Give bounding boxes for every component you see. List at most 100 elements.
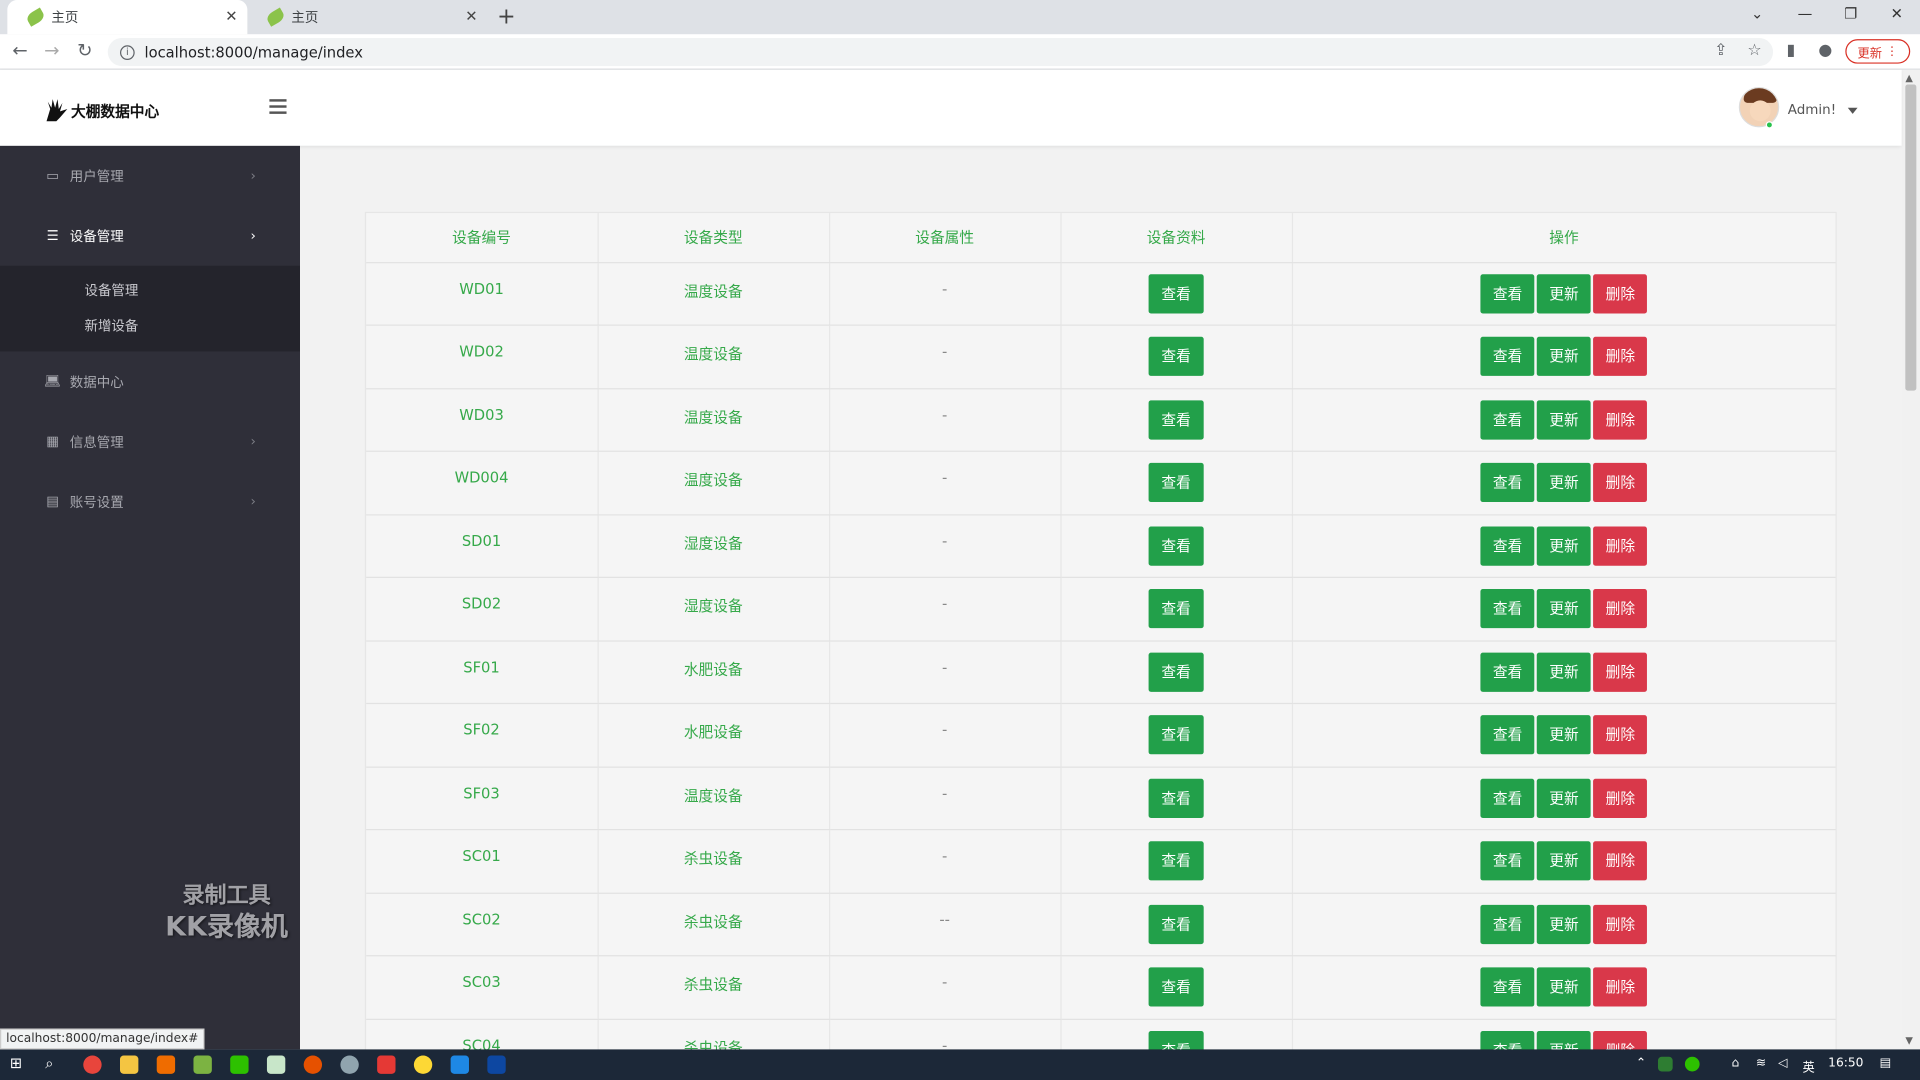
view-button[interactable]: 查看 — [1480, 904, 1535, 944]
tray-chevron-up-icon[interactable]: ⌃ — [1636, 1057, 1646, 1070]
update-button[interactable]: 更新 — [1537, 967, 1591, 1007]
view-docs-button[interactable]: 查看 — [1149, 273, 1204, 314]
view-button[interactable]: 查看 — [1480, 652, 1535, 692]
menu-toggle-icon[interactable] — [269, 99, 287, 114]
view-button[interactable]: 查看 — [1480, 273, 1535, 314]
view-button[interactable]: 查看 — [1480, 589, 1535, 629]
delete-button[interactable]: 删除 — [1593, 652, 1648, 692]
user-dropdown-caret-icon[interactable] — [1847, 107, 1858, 114]
update-button[interactable]: 更新 — [1537, 841, 1591, 881]
delete-button[interactable]: 删除 — [1593, 778, 1648, 818]
delete-button[interactable]: 删除 — [1593, 463, 1648, 503]
view-docs-button[interactable]: 查看 — [1149, 652, 1204, 692]
update-button[interactable]: 更新 — [1537, 904, 1591, 944]
address-bar[interactable]: i localhost:8000/manage/index — [107, 37, 1774, 67]
view-button[interactable]: 查看 — [1480, 337, 1535, 377]
view-docs-button[interactable]: 查看 — [1149, 904, 1204, 944]
tray-network-icon[interactable]: ⌂ — [1731, 1057, 1739, 1070]
photoshop-icon[interactable] — [487, 1055, 506, 1074]
view-button[interactable]: 查看 — [1480, 778, 1535, 818]
close-tab-icon[interactable]: ✕ — [465, 7, 477, 24]
app-leaf-icon[interactable] — [193, 1055, 212, 1074]
logo[interactable]: 大棚数据中心 — [44, 97, 159, 124]
tray-ime[interactable]: 英 — [1802, 1057, 1814, 1075]
back-icon[interactable]: ← — [12, 39, 27, 61]
chrome-app-icon[interactable] — [83, 1055, 102, 1074]
wechat-icon[interactable] — [230, 1055, 249, 1074]
close-tab-icon[interactable]: ✕ — [225, 7, 237, 24]
close-window-icon[interactable]: ✕ — [1891, 5, 1903, 22]
forward-icon[interactable]: → — [44, 39, 59, 61]
share-icon[interactable]: ⇪ — [1714, 42, 1727, 60]
view-docs-button[interactable]: 查看 — [1149, 400, 1204, 440]
search-icon[interactable]: ⌕ — [45, 1054, 53, 1072]
view-button[interactable]: 查看 — [1480, 526, 1535, 566]
site-info-icon[interactable]: i — [120, 44, 135, 60]
browser-tab[interactable]: 主页 ✕ — [247, 0, 487, 34]
delete-button[interactable]: 删除 — [1593, 526, 1648, 566]
sidebar-subitem-add-device[interactable]: 新增设备 — [0, 309, 300, 345]
view-docs-button[interactable]: 查看 — [1149, 526, 1204, 566]
update-button[interactable]: 更新 — [1537, 715, 1591, 755]
view-docs-button[interactable]: 查看 — [1149, 715, 1204, 755]
sidebar-item-device-management[interactable]: ☰ 设备管理 › — [0, 206, 300, 266]
restore-icon[interactable]: ❐ — [1844, 5, 1857, 22]
sidebar-item-info-management[interactable]: ▦ 信息管理 › — [0, 411, 300, 471]
scrollbar-thumb[interactable] — [1905, 84, 1917, 391]
update-button[interactable]: 更新 — [1537, 589, 1591, 629]
update-button[interactable]: 更新 — [1537, 526, 1591, 566]
tray-app-icon[interactable] — [1657, 1056, 1673, 1072]
view-button[interactable]: 查看 — [1480, 463, 1535, 503]
windows-start-icon[interactable]: ⊞ — [10, 1054, 22, 1071]
tray-wechat-icon[interactable] — [1684, 1056, 1700, 1072]
new-tab-icon[interactable]: + — [497, 4, 515, 30]
delete-button[interactable]: 删除 — [1593, 589, 1648, 629]
update-button[interactable]: 更新 — [1537, 400, 1591, 440]
tray-clock[interactable]: 16:50 — [1828, 1057, 1863, 1070]
minimize-icon[interactable]: — — [1798, 5, 1813, 22]
scroll-up-icon[interactable]: ▲ — [1905, 72, 1913, 83]
view-docs-button[interactable]: 查看 — [1149, 778, 1204, 818]
sidebar-item-user-management[interactable]: ▭ 用户管理 › — [0, 146, 300, 206]
delete-button[interactable]: 删除 — [1593, 715, 1648, 755]
side-panel-icon[interactable]: ▮ — [1787, 42, 1796, 60]
profile-icon[interactable]: ● — [1818, 42, 1832, 60]
sidebar-subitem-device-management[interactable]: 设备管理 — [0, 273, 300, 309]
app-window-icon[interactable] — [450, 1055, 469, 1074]
view-docs-button[interactable]: 查看 — [1149, 967, 1204, 1007]
view-button[interactable]: 查看 — [1480, 841, 1535, 881]
bookmark-star-icon[interactable]: ☆ — [1747, 42, 1761, 60]
update-button[interactable]: 更新 — [1537, 778, 1591, 818]
delete-button[interactable]: 删除 — [1593, 904, 1648, 944]
update-button[interactable]: 更新 — [1537, 273, 1591, 314]
view-button[interactable]: 查看 — [1480, 400, 1535, 440]
notepad-icon[interactable] — [266, 1055, 286, 1074]
browser-tab-active[interactable]: 主页 ✕ — [7, 0, 248, 35]
wps-icon[interactable] — [377, 1055, 396, 1074]
notification-icon[interactable]: ▤ — [1880, 1057, 1892, 1070]
recorder-app-icon[interactable] — [303, 1055, 323, 1074]
sidebar-item-account-settings[interactable]: ▤ 账号设置 › — [0, 471, 300, 531]
settings-gear-icon[interactable] — [340, 1055, 359, 1074]
tab-search-chevron-icon[interactable]: ⌄ — [1751, 5, 1763, 22]
update-button[interactable]: 更新 — [1537, 652, 1591, 692]
reload-icon[interactable]: ↻ — [77, 39, 92, 61]
view-docs-button[interactable]: 查看 — [1149, 337, 1204, 377]
update-button[interactable]: 更新 — [1537, 463, 1591, 503]
file-explorer-icon[interactable] — [120, 1055, 139, 1074]
search-tool-icon[interactable] — [156, 1055, 176, 1074]
delete-button[interactable]: 删除 — [1593, 400, 1648, 440]
view-docs-button[interactable]: 查看 — [1149, 841, 1204, 881]
avatar[interactable] — [1738, 86, 1780, 128]
delete-button[interactable]: 删除 — [1593, 841, 1648, 881]
update-button[interactable]: 更新 — [1537, 337, 1591, 377]
view-button[interactable]: 查看 — [1480, 967, 1535, 1007]
view-docs-button[interactable]: 查看 — [1149, 463, 1204, 503]
view-button[interactable]: 查看 — [1480, 715, 1535, 755]
delete-button[interactable]: 删除 — [1593, 967, 1648, 1007]
delete-button[interactable]: 删除 — [1593, 337, 1648, 377]
page-scrollbar[interactable]: ▲ ▼ — [1901, 69, 1920, 1050]
tray-wifi-icon[interactable]: ≋ — [1756, 1057, 1766, 1070]
scroll-down-icon[interactable]: ▼ — [1905, 1035, 1913, 1046]
media-app-icon[interactable] — [413, 1055, 433, 1074]
